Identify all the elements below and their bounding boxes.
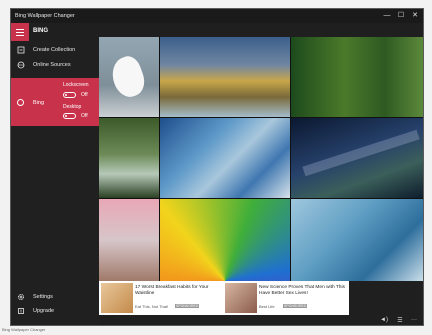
collection-icon <box>17 46 25 54</box>
ad-sponsored-badge: SPONSORED <box>283 304 308 308</box>
maximize-button[interactable]: ☐ <box>395 11 407 21</box>
ad-source: Eat This, Not That! <box>135 304 169 309</box>
sidebar-item-create-collection[interactable]: Create Collection <box>11 43 99 57</box>
sidebar-item-label: Settings <box>33 294 53 300</box>
sidebar-item-label: Upgrade <box>33 308 55 314</box>
bottom-toolbar: ◄) ☰ ··· <box>99 315 423 325</box>
wallpaper-tile-milky-way[interactable] <box>291 118 423 198</box>
globe-icon <box>17 99 24 106</box>
status-caption: Bing Wallpaper Changer <box>2 327 46 332</box>
sidebar-item-upgrade[interactable]: Upgrade <box>11 304 99 318</box>
sound-icon[interactable]: ◄) <box>379 317 389 325</box>
title-bar: Bing Wallpaper Changer — ☐ ✕ <box>11 9 423 23</box>
lockscreen-toggle[interactable] <box>63 92 76 98</box>
app-window: Bing Wallpaper Changer — ☐ ✕ BING Create… <box>10 8 424 326</box>
ad-sponsored-badge: SPONSORED <box>175 304 200 308</box>
milky-way-band <box>302 129 420 177</box>
ad-empty-area <box>349 281 423 315</box>
list-icon[interactable]: ☰ <box>395 317 405 325</box>
wallpaper-tile-waterfall[interactable] <box>99 118 159 198</box>
upgrade-icon <box>18 308 24 314</box>
desktop-toggle[interactable] <box>63 113 76 119</box>
wallpaper-tile-feathers[interactable] <box>160 199 290 281</box>
app-header: BING <box>11 23 99 41</box>
lockscreen-state: Off <box>81 92 88 98</box>
sidebar-item-label: Bing <box>33 100 45 106</box>
sidebar-item-bing[interactable]: Bing Lockscreen Off Desktop Off <box>11 78 99 126</box>
wallpaper-tile-frozen-waves[interactable] <box>291 199 423 281</box>
wallpaper-tile-forest[interactable] <box>291 37 423 117</box>
pelican-shape <box>107 53 149 101</box>
sidebar-item-settings[interactable]: Settings <box>11 290 99 304</box>
ad-thumbnail[interactable] <box>101 283 133 313</box>
wallpaper-tile-autumn-valley[interactable] <box>160 37 290 117</box>
ad-title[interactable]: New Science Proves That Men with This Ha… <box>259 285 345 297</box>
globe-icon <box>17 61 25 69</box>
sidebar-item-online-sources[interactable]: Online Sources <box>11 58 99 72</box>
hamburger-line <box>16 31 24 33</box>
sidebar-item-label: Create Collection <box>33 47 76 53</box>
close-button[interactable]: ✕ <box>409 11 421 21</box>
ad-source: Best Life <box>259 304 275 309</box>
wallpaper-tile-pink-trees[interactable] <box>99 199 159 281</box>
toggle-knob <box>65 94 67 96</box>
ad-title[interactable]: 17 Worst Breakfast Habits for Your Waist… <box>135 285 221 297</box>
toggle-knob <box>65 115 67 117</box>
sidebar-item-label: Online Sources <box>33 62 71 68</box>
wallpaper-tile-ice-aerial[interactable] <box>160 118 290 198</box>
minimize-button[interactable]: — <box>381 11 393 21</box>
desktop-state: Off <box>81 113 88 119</box>
wallpaper-tile-pelican[interactable] <box>99 37 159 117</box>
lockscreen-label: Lockscreen <box>63 82 89 88</box>
ad-banner: 17 Worst Breakfast Habits for Your Waist… <box>99 281 423 315</box>
hamburger-line <box>16 34 24 36</box>
hamburger-line <box>16 28 24 30</box>
sidebar: Create Collection Online Sources Bing Lo… <box>11 41 99 325</box>
hamburger-menu-button[interactable] <box>11 23 29 41</box>
desktop-label: Desktop <box>63 104 82 110</box>
page-title: BING <box>33 28 48 34</box>
gear-icon <box>17 293 25 301</box>
window-title: Bing Wallpaper Changer <box>15 13 75 19</box>
ad-thumbnail[interactable] <box>225 283 257 313</box>
wallpaper-grid: 17 Worst Breakfast Habits for Your Waist… <box>99 37 423 315</box>
more-icon[interactable]: ··· <box>409 317 419 325</box>
